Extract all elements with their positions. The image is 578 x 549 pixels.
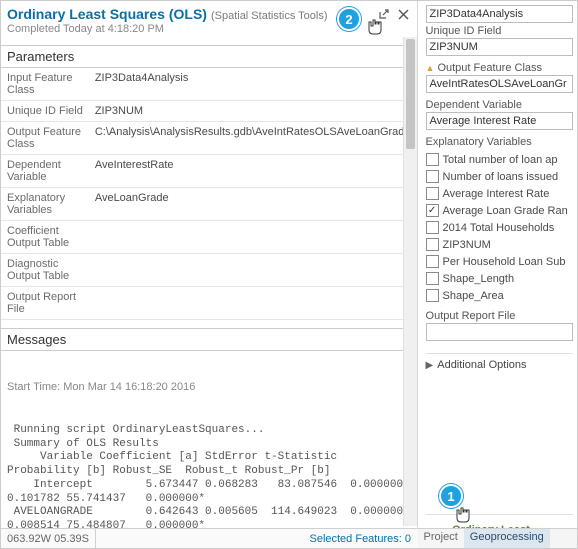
table-row: Coefficient Output Table <box>1 221 417 254</box>
checkbox-icon[interactable] <box>426 272 439 285</box>
start-time: Start Time: Mon Mar 14 16:18:20 2016 <box>7 381 411 395</box>
list-item[interactable]: Number of loans issued <box>426 170 573 183</box>
messages-log: Start Time: Mon Mar 14 16:18:20 2016 Run… <box>1 351 417 548</box>
output-feature-class-field[interactable]: AveIntRatesOLSAveLoanGr <box>426 75 573 93</box>
status-bar: 063.92W 05.39S Selected Features: 0 <box>1 528 419 548</box>
input-feature-class-field[interactable]: ZIP3Data4Analysis <box>426 5 573 23</box>
table-row: Dependent VariableAveInterestRate <box>1 155 417 188</box>
scroll-thumb[interactable] <box>406 39 415 149</box>
scrollbar[interactable] <box>403 37 417 526</box>
status-coords: 063.92W 05.39S <box>1 529 96 548</box>
tool-title: Ordinary Least Squares (OLS) <box>7 6 207 22</box>
output-report-label: Output Report File <box>426 310 573 322</box>
explanatory-variables-list: Total number of loan ap Number of loans … <box>426 153 573 302</box>
additional-options-expander[interactable]: ▶ Additional Options <box>426 353 573 371</box>
unique-id-field[interactable]: ZIP3NUM <box>426 38 573 56</box>
parameters-table: Input Feature ClassZIP3Data4Analysis Uni… <box>1 68 417 320</box>
parameters-section-header: Parameters <box>1 45 417 68</box>
dependent-variable-field[interactable]: Average Interest Rate <box>426 112 573 130</box>
checkbox-icon[interactable] <box>426 221 439 234</box>
status-selected[interactable]: Selected Features: 0 <box>301 533 419 545</box>
explanatory-variables-label: Explanatory Variables <box>426 136 573 148</box>
checkbox-icon[interactable] <box>426 238 439 251</box>
checkbox-icon[interactable] <box>426 255 439 268</box>
bottom-tabs: Project Geoprocessing <box>418 528 577 548</box>
list-item[interactable]: Shape_Length <box>426 272 573 285</box>
list-item[interactable]: Total number of loan ap <box>426 153 573 166</box>
table-row: Unique ID FieldZIP3NUM <box>1 101 417 122</box>
callout-2: 2 <box>337 7 361 31</box>
output-report-field[interactable] <box>426 323 573 341</box>
table-row: Explanatory VariablesAveLoanGrade <box>1 188 417 221</box>
tab-project[interactable]: Project <box>418 529 464 548</box>
table-row: Output Report File <box>1 287 417 320</box>
dependent-variable-label: Dependent Variable <box>426 99 573 111</box>
popout-icon[interactable] <box>377 7 391 21</box>
callout-1: 1 <box>439 484 463 508</box>
tab-geoprocessing[interactable]: Geoprocessing <box>464 529 550 548</box>
checkbox-icon[interactable]: ✓ <box>426 204 439 217</box>
table-row: Input Feature ClassZIP3Data4Analysis <box>1 68 417 101</box>
list-item[interactable]: ✓Average Loan Grade Ran <box>426 204 573 217</box>
list-item[interactable]: ZIP3NUM <box>426 238 573 251</box>
tool-group: (Spatial Statistics Tools) <box>211 10 328 22</box>
output-feature-class-label: Output Feature Class <box>426 62 573 74</box>
checkbox-icon[interactable] <box>426 187 439 200</box>
tool-parameters-pane: ZIP3Data4Analysis Unique ID Field ZIP3NU… <box>418 1 577 548</box>
messages-section-header: Messages <box>1 328 417 351</box>
list-item[interactable]: Per Household Loan Sub <box>426 255 573 268</box>
chevron-right-icon: ▶ <box>426 360 434 371</box>
table-row: Diagnostic Output Table <box>1 254 417 287</box>
close-icon[interactable] <box>397 7 411 21</box>
checkbox-icon[interactable] <box>426 289 439 302</box>
table-row: Output Feature ClassC:\Analysis\Analysis… <box>1 122 417 155</box>
checkbox-icon[interactable] <box>426 170 439 183</box>
checkbox-icon[interactable] <box>426 153 439 166</box>
list-item[interactable]: Average Interest Rate <box>426 187 573 200</box>
list-item[interactable]: Shape_Area <box>426 289 573 302</box>
list-item[interactable]: 2014 Total Households <box>426 221 573 234</box>
unique-id-label: Unique ID Field <box>426 25 573 37</box>
